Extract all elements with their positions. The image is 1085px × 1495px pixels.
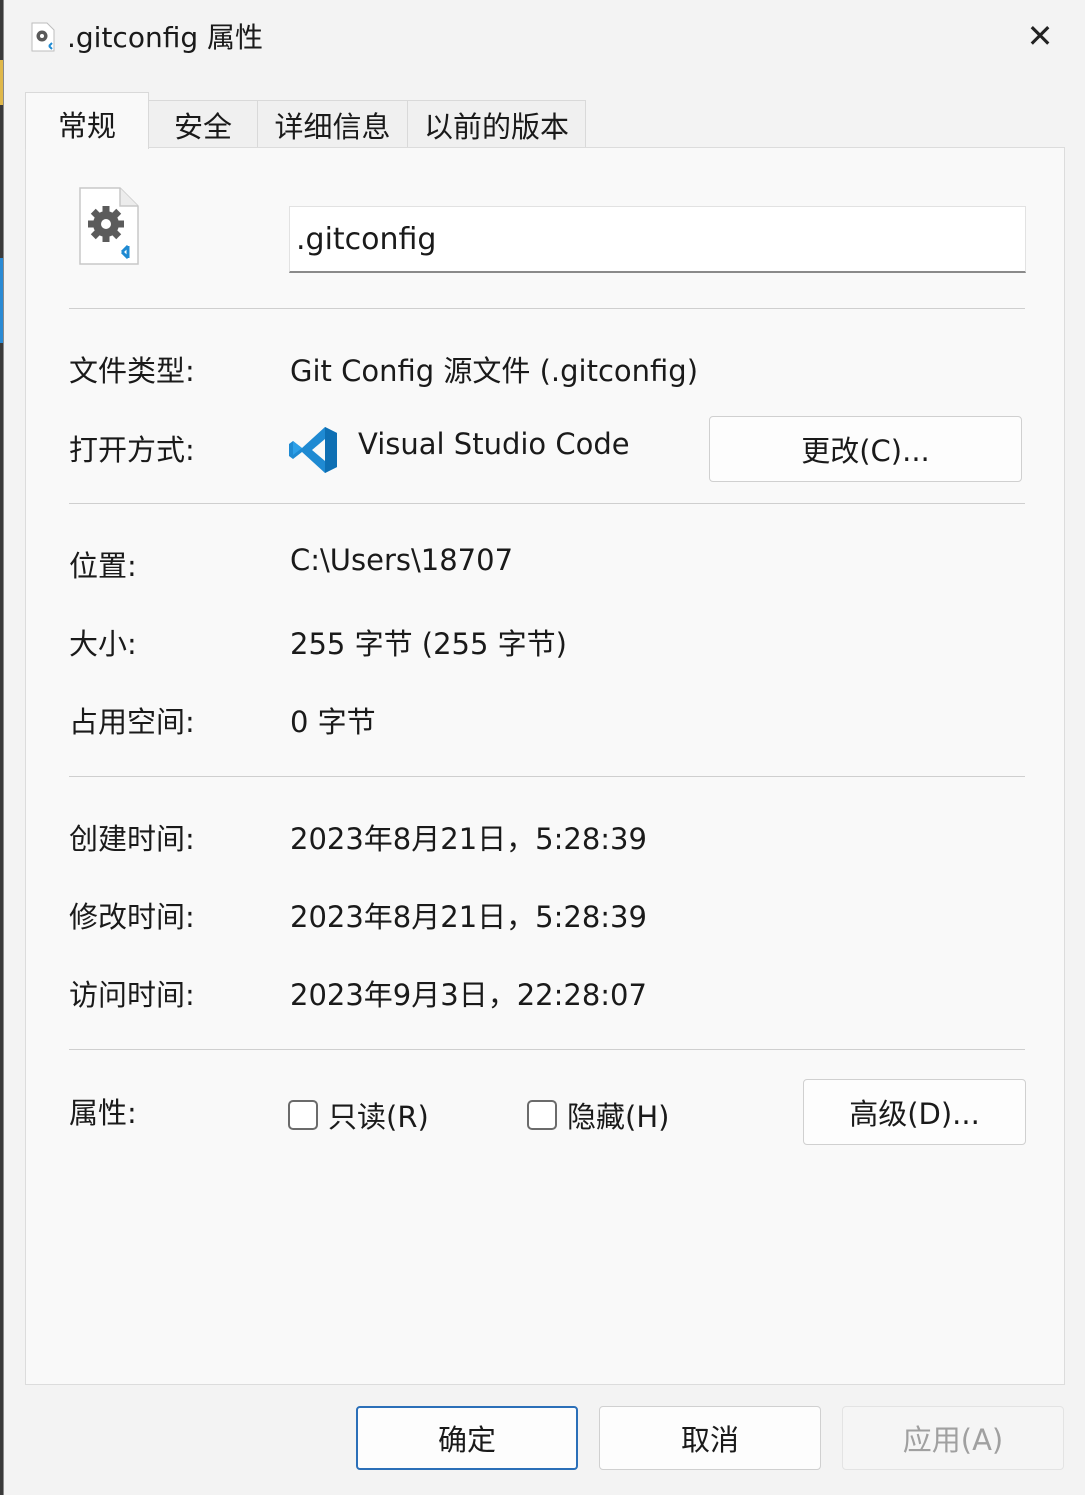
file-type-value: Git Config 源文件 (.gitconfig) — [290, 354, 699, 388]
tab-details[interactable]: 详细信息 — [257, 100, 408, 148]
modified-value: 2023年8月21日，5:28:39 — [290, 900, 647, 934]
ok-button[interactable]: 确定 — [356, 1406, 578, 1470]
created-value: 2023年8月21日，5:28:39 — [290, 822, 647, 856]
attributes-label: 属性: — [69, 1096, 137, 1130]
accessed-label: 访问时间: — [69, 978, 195, 1012]
divider — [69, 776, 1025, 777]
config-file-gear-icon — [79, 187, 139, 265]
divider — [69, 503, 1025, 504]
file-name-input[interactable] — [289, 206, 1026, 273]
readonly-checkbox[interactable]: 只读(R) — [288, 1094, 429, 1136]
hidden-label: 隐藏(H) — [567, 1100, 670, 1134]
tab-security[interactable]: 安全 — [148, 100, 258, 148]
checkbox-box[interactable] — [288, 1100, 318, 1130]
general-tab-panel: 文件类型: Git Config 源文件 (.gitconfig) 打开方式: … — [25, 147, 1065, 1385]
location-label: 位置: — [69, 549, 137, 583]
modified-label: 修改时间: — [69, 900, 195, 934]
properties-dialog: .gitconfig 属性 ✕ 常规 安全 详细信息 以前的版本 .gitcon… — [3, 0, 1085, 1495]
created-label: 创建时间: — [69, 822, 195, 856]
title-bar[interactable]: .gitconfig 属性 ✕ — [4, 0, 1085, 72]
open-with-label: 打开方式: — [69, 433, 195, 467]
size-value: 255 字节 (255 字节) — [290, 627, 567, 661]
divider — [69, 308, 1025, 309]
open-with-app-name: Visual Studio Code — [358, 427, 630, 461]
apply-button[interactable]: 应用(A) — [842, 1406, 1064, 1470]
file-type-label: 文件类型: — [69, 354, 195, 388]
close-icon: ✕ — [1026, 17, 1054, 55]
readonly-label: 只读(R) — [328, 1100, 429, 1134]
close-button[interactable]: ✕ — [995, 0, 1085, 72]
divider — [69, 1049, 1025, 1050]
window-title: .gitconfig 属性 — [67, 21, 264, 54]
checkbox-box[interactable] — [527, 1100, 557, 1130]
tab-general[interactable]: 常规 — [25, 92, 149, 149]
disk-size-value: 0 字节 — [290, 705, 376, 739]
disk-size-label: 占用空间: — [69, 705, 195, 739]
change-program-button[interactable]: 更改(C)... — [709, 416, 1022, 482]
hidden-checkbox[interactable]: 隐藏(H) — [527, 1094, 669, 1136]
tab-previous-versions[interactable]: 以前的版本 — [407, 100, 586, 148]
location-value: C:\Users\18707 — [290, 543, 514, 577]
tab-label: 以前的版本 — [423, 109, 569, 144]
config-file-gear-icon — [31, 22, 55, 52]
tab-label: 安全 — [173, 109, 232, 144]
size-label: 大小: — [69, 627, 137, 661]
advanced-button[interactable]: 高级(D)... — [803, 1079, 1026, 1145]
tab-label: 详细信息 — [274, 109, 391, 144]
cancel-button[interactable]: 取消 — [599, 1406, 821, 1470]
vscode-icon — [289, 427, 337, 473]
accessed-value: 2023年9月3日，22:28:07 — [290, 978, 647, 1012]
tab-label: 常规 — [57, 109, 116, 143]
